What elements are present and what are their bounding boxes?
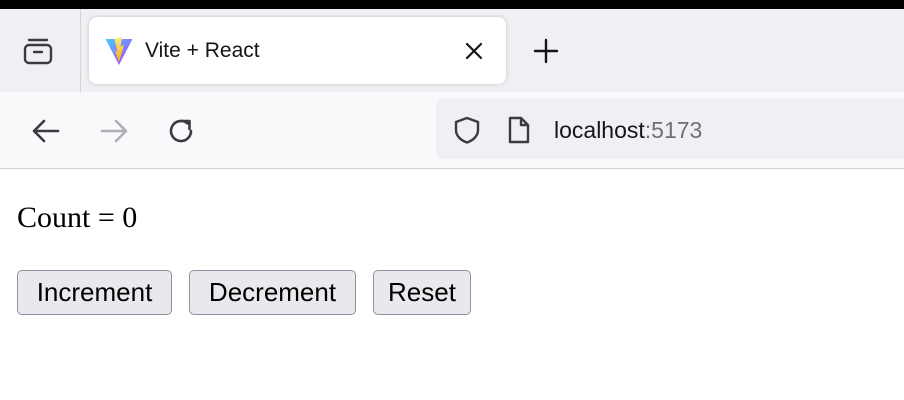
- tab-bar: Vite + React: [0, 9, 904, 92]
- reload-icon: [169, 119, 193, 143]
- increment-button[interactable]: Increment: [17, 270, 172, 315]
- tab-manager-icon: [23, 38, 53, 65]
- vite-logo-icon: [105, 37, 133, 65]
- count-display: Count = 0: [17, 201, 138, 234]
- back-arrow-icon: [32, 119, 60, 143]
- tab-close-button[interactable]: [460, 37, 488, 65]
- url-text[interactable]: localhost:5173: [554, 117, 702, 143]
- page-info-icon[interactable]: [506, 115, 532, 145]
- new-tab-button[interactable]: [531, 36, 561, 66]
- forward-button[interactable]: [97, 114, 131, 148]
- url-port: :5173: [644, 117, 703, 143]
- window-top-edge: [0, 0, 904, 9]
- tab-vite-react[interactable]: Vite + React: [89, 17, 506, 84]
- tab-manager-button[interactable]: [14, 31, 62, 71]
- tab-separator: [80, 9, 81, 92]
- forward-arrow-icon: [100, 119, 128, 143]
- tab-title: Vite + React: [145, 39, 260, 62]
- reload-button[interactable]: [164, 114, 198, 148]
- url-host: localhost: [554, 117, 645, 143]
- navigation-toolbar: localhost:5173: [0, 92, 904, 169]
- decrement-button[interactable]: Decrement: [189, 270, 356, 315]
- close-icon: [465, 42, 483, 60]
- reset-button[interactable]: Reset: [373, 270, 471, 315]
- plus-icon: [533, 38, 559, 64]
- address-bar[interactable]: localhost:5173: [436, 99, 904, 159]
- page-content: Count = 0 Increment Decrement Reset: [0, 169, 904, 400]
- back-button[interactable]: [29, 114, 63, 148]
- shield-icon[interactable]: [452, 115, 482, 145]
